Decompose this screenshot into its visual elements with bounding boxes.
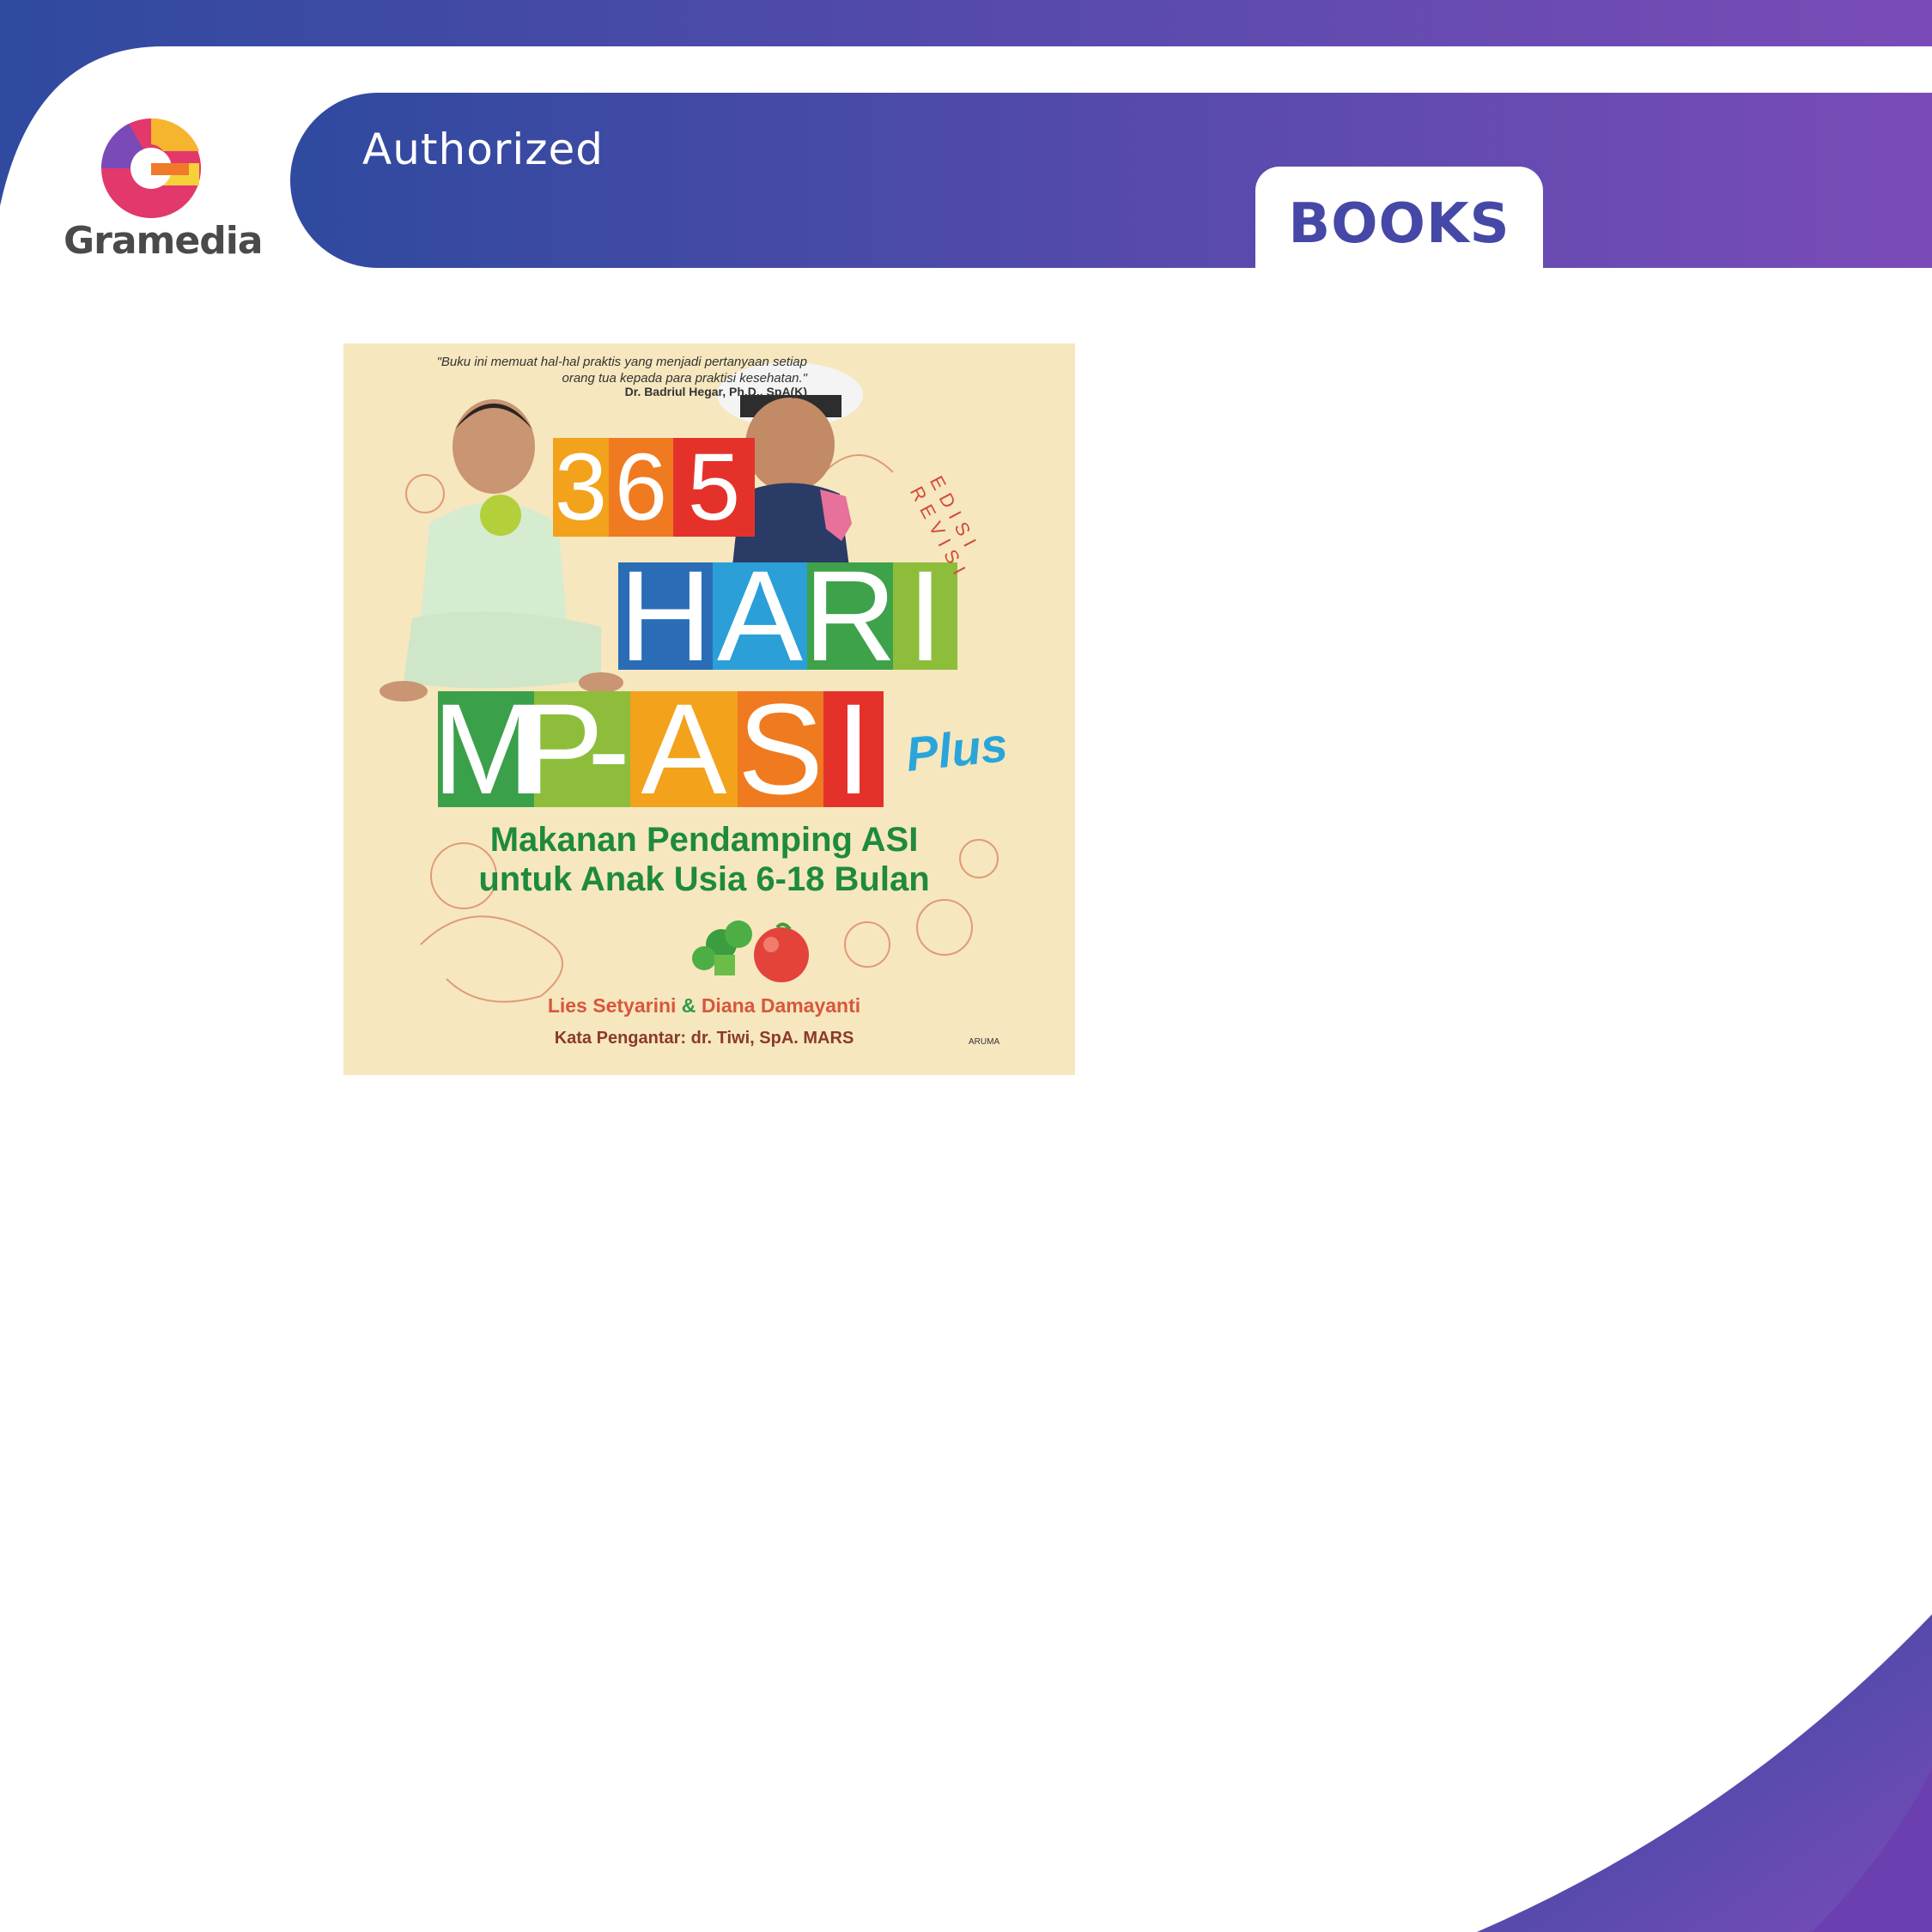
cover-authors: Lies Setyarini & Diana Damayanti <box>455 994 953 1018</box>
title-letter-h: H <box>618 544 713 688</box>
broccoli-tomato-illustration <box>692 920 809 982</box>
gramedia-logo-icon <box>100 118 201 218</box>
cover-subtitle: Makanan Pendamping ASI untuk Anak Usia 6… <box>455 820 953 899</box>
title-letter-i: I <box>907 544 944 688</box>
title-letter-p: P <box>517 677 605 821</box>
cover-endorser: Dr. Badriul Hegar, Ph.D., SpA(K) <box>624 385 807 398</box>
subtitle-line-2: untuk Anak Usia 6-18 Bulan <box>478 860 930 898</box>
title-letter-s: S <box>737 677 824 821</box>
title-letter-r: R <box>803 544 897 688</box>
header-band <box>290 93 1932 268</box>
cover-foreword: Kata Pengantar: dr. Tiwi, SpA. MARS <box>554 1029 854 1048</box>
title-letter-a: A <box>716 544 804 688</box>
books-tab-label: BOOKS <box>1288 192 1510 256</box>
gramedia-logo-text: Gramedia <box>64 219 263 263</box>
author-separator: & <box>681 994 696 1017</box>
subtitle-line-1: Makanan Pendamping ASI <box>489 821 919 859</box>
title-digit-3: 3 <box>554 434 608 540</box>
title-digit-6: 6 <box>614 434 668 540</box>
title-plus: Plus <box>903 716 1011 782</box>
publisher-logo: ARUMA <box>969 1037 1000 1047</box>
title-letter-i2: I <box>835 677 872 821</box>
books-tab: BOOKS <box>1255 167 1543 270</box>
title-hyphen: - <box>587 677 630 821</box>
cover-quote: "Buku ini memuat hal-hal praktis yang me… <box>436 355 807 386</box>
book-cover-image: 3 6 5 H A R I M P - A S I "Buku ini memu… <box>343 343 1075 1075</box>
title-letter-a2: A <box>641 677 727 821</box>
authorized-label: Authorized <box>362 125 604 174</box>
author-2: Diana Damayanti <box>701 994 861 1017</box>
title-digit-5: 5 <box>687 434 741 540</box>
author-1: Lies Setyarini <box>547 994 677 1017</box>
